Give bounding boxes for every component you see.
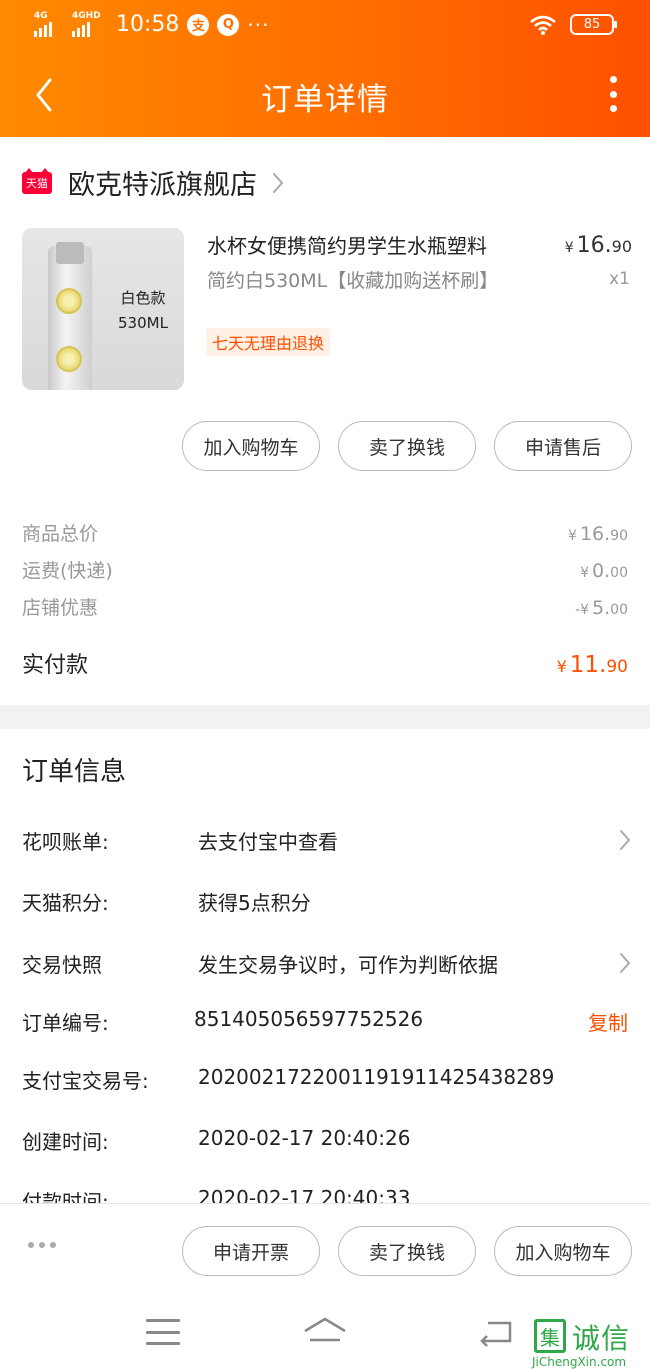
tmall-points-row: 天猫积分: 获得5点积分 bbox=[22, 887, 632, 927]
product-price: ¥16.90 bbox=[565, 233, 632, 258]
resell-button[interactable]: 卖了换钱 bbox=[338, 1226, 476, 1276]
price-integer: 16. bbox=[576, 233, 612, 258]
signal-label: 4GHD bbox=[72, 10, 101, 21]
summary-label: 商品总价 bbox=[22, 523, 99, 545]
image-caption-line: 530ML bbox=[118, 314, 168, 332]
currency: ¥ bbox=[580, 565, 590, 581]
summary-value: ¥16.90 bbox=[568, 523, 628, 545]
summary-row-shipping: 运费(快递) ¥0.00 bbox=[22, 556, 628, 583]
status-bar: 4G 4GHD 10:58 支 Q ··· 85 bbox=[0, 0, 650, 52]
info-value: 获得5点积分 bbox=[198, 891, 311, 915]
copy-button[interactable]: 复制 bbox=[588, 1007, 628, 1036]
signal-icon: 4G bbox=[34, 10, 64, 37]
order-number: 851405056597752526 bbox=[194, 1007, 424, 1031]
home-icon[interactable] bbox=[302, 1315, 348, 1345]
chevron-right-icon bbox=[620, 953, 631, 973]
info-value: 2020-02-17 20:40:26 bbox=[198, 1126, 411, 1150]
order-info-title: 订单信息 bbox=[22, 757, 127, 787]
signal-label: 4G bbox=[34, 10, 48, 21]
price-decimal: 90 bbox=[611, 237, 632, 256]
info-label: 花呗账单: bbox=[22, 830, 109, 854]
tmall-logo-icon: 天猫 bbox=[22, 167, 52, 194]
resell-button[interactable]: 卖了换钱 bbox=[338, 421, 476, 471]
store-link[interactable]: 天猫 欧克特派旗舰店 bbox=[22, 163, 285, 202]
image-caption-line: 白色款 bbox=[120, 289, 166, 307]
product-image[interactable]: 白色款 530ML bbox=[22, 228, 184, 390]
watermark: 集 诚信 JiChengXin.com bbox=[526, 1315, 644, 1369]
value-integer: 16. bbox=[579, 523, 611, 545]
info-label: 订单编号: bbox=[22, 1011, 109, 1035]
trade-snapshot-row[interactable]: 交易快照 发生交易争议时，可作为判断依据 bbox=[22, 949, 632, 989]
product-sku: 简约白530ML【收藏加购送杯刷】 bbox=[207, 270, 499, 292]
more-notifications-icon: ··· bbox=[247, 12, 270, 37]
info-label: 支付宝交易号: bbox=[22, 1069, 149, 1093]
add-to-cart-button[interactable]: 加入购物车 bbox=[182, 421, 320, 471]
summary-row-subtotal: 商品总价 ¥16.90 bbox=[22, 519, 628, 546]
value-decimal: 90 bbox=[610, 528, 628, 544]
summary-label: 店铺优惠 bbox=[22, 597, 99, 619]
info-value: 发生交易争议时，可作为判断依据 bbox=[198, 953, 498, 977]
summary-value: -¥ 5.00 bbox=[575, 597, 628, 619]
info-value: 2020021722001191911425438289 bbox=[198, 1065, 555, 1089]
price-currency: ¥ bbox=[564, 240, 574, 256]
menu-icon[interactable] bbox=[146, 1319, 180, 1345]
value-integer: 0. bbox=[592, 560, 611, 582]
value-decimal: 00 bbox=[610, 602, 628, 618]
page-title: 订单详情 bbox=[261, 82, 389, 118]
wifi-icon bbox=[530, 15, 556, 35]
chevron-right-icon bbox=[273, 172, 284, 193]
battery-icon: 85 bbox=[570, 14, 617, 35]
info-label: 天猫积分: bbox=[22, 891, 109, 915]
watermark-url: JiChengXin.com bbox=[532, 1355, 627, 1369]
info-label: 创建时间: bbox=[22, 1130, 109, 1154]
currency: ¥ bbox=[556, 657, 567, 676]
paid-amount-row: 实付款 ¥11.90 bbox=[22, 647, 628, 679]
currency: ¥ bbox=[568, 528, 577, 544]
bottom-action-bar: 申请开票 卖了换钱 加入购物车 bbox=[0, 1203, 650, 1297]
chevron-right-icon bbox=[620, 830, 631, 850]
order-number-row: 订单编号: 851405056597752526 复制 bbox=[22, 1007, 632, 1047]
value-decimal: 90 bbox=[606, 657, 628, 677]
value-integer: 5. bbox=[592, 597, 611, 619]
info-value: 去支付宝中查看 bbox=[198, 830, 338, 854]
order-info-card: 订单信息 花呗账单: 去支付宝中查看 天猫积分: 获得5点积分 交易快照 发生交… bbox=[0, 729, 650, 1209]
product-title[interactable]: 水杯女便携简约男学生水瓶塑料 bbox=[207, 230, 547, 259]
summary-value: ¥0.00 bbox=[580, 560, 628, 582]
value-decimal: 00 bbox=[610, 565, 628, 581]
store-name: 欧克特派旗舰店 bbox=[68, 170, 257, 201]
back-nav-icon[interactable] bbox=[478, 1317, 514, 1347]
summary-label: 运费(快递) bbox=[22, 560, 113, 582]
watermark-logo: 集 bbox=[534, 1319, 566, 1353]
bottle-illustration bbox=[48, 242, 92, 390]
system-nav-bar: 集 诚信 JiChengXin.com bbox=[0, 1297, 650, 1372]
more-actions-icon[interactable] bbox=[28, 1242, 56, 1248]
request-invoice-button[interactable]: 申请开票 bbox=[182, 1226, 320, 1276]
more-options-button[interactable] bbox=[606, 76, 620, 112]
after-sales-button[interactable]: 申请售后 bbox=[494, 421, 632, 471]
info-label: 交易快照 bbox=[22, 953, 102, 977]
product-quantity: x1 bbox=[609, 269, 630, 289]
alipay-notification-icon: 支 bbox=[187, 13, 210, 36]
huabei-bill-row[interactable]: 花呗账单: 去支付宝中查看 bbox=[22, 826, 632, 866]
return-policy-tag: 七天无理由退换 bbox=[206, 328, 331, 356]
paid-value: ¥11.90 bbox=[557, 652, 628, 678]
signal-icon: 4GHD bbox=[72, 10, 102, 37]
qq-notification-icon: Q bbox=[217, 13, 240, 36]
order-item-card: 天猫 欧克特派旗舰店 白色款 530ML 水杯女便携简约男学生水瓶塑料 简约白5… bbox=[0, 137, 650, 705]
header: 4G 4GHD 10:58 支 Q ··· 85 订单详情 bbox=[0, 0, 650, 137]
battery-level: 85 bbox=[583, 17, 601, 32]
paid-label: 实付款 bbox=[22, 653, 89, 678]
add-to-cart-button[interactable]: 加入购物车 bbox=[494, 1226, 632, 1276]
product-image-caption: 白色款 530ML bbox=[118, 286, 168, 336]
value-integer: 11. bbox=[569, 652, 607, 678]
currency: -¥ bbox=[575, 602, 590, 618]
alipay-trade-number-row: 支付宝交易号: 2020021722001191911425438289 bbox=[22, 1065, 632, 1105]
summary-row-discount: 店铺优惠 -¥ 5.00 bbox=[22, 593, 628, 620]
watermark-text: 诚信 bbox=[572, 1322, 631, 1355]
created-time-row: 创建时间: 2020-02-17 20:40:26 bbox=[22, 1126, 632, 1166]
clock: 10:58 bbox=[116, 12, 180, 37]
